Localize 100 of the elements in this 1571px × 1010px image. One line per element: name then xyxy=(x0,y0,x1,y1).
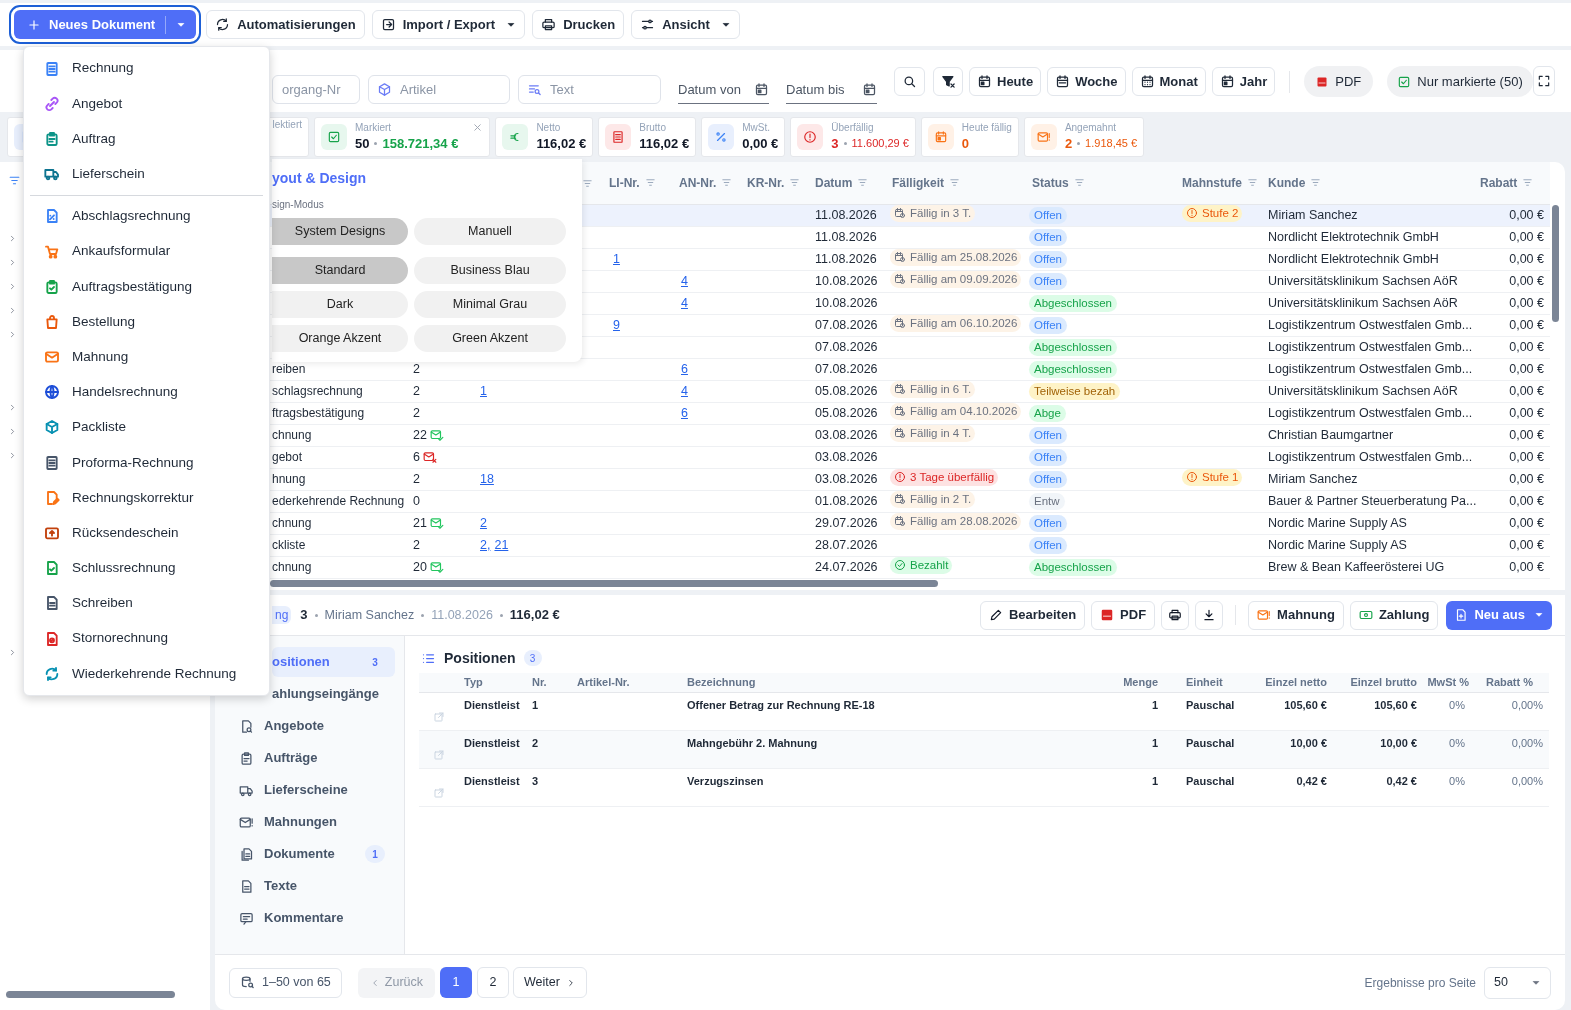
search-field[interactable]: Artikel xyxy=(368,75,510,104)
only-marked-toggle[interactable]: Nur markierte (50) xyxy=(1387,66,1533,97)
toolbar-button[interactable]: Import / Export xyxy=(371,10,526,39)
nav-tab[interactable]: Aufträge xyxy=(237,743,395,773)
stat-value: 0,00 € xyxy=(742,135,779,152)
toolbar-button[interactable]: Automatisierungen xyxy=(206,10,365,39)
menu-item[interactable]: Lieferschein xyxy=(24,156,269,192)
table-cell: Dienstleist xyxy=(464,774,520,787)
expand-toggle[interactable] xyxy=(8,450,17,460)
expand-toggle[interactable] xyxy=(8,402,17,412)
design-option[interactable]: Dark xyxy=(272,291,408,318)
calendar-icon xyxy=(862,82,877,97)
menu-item[interactable]: Auftrag xyxy=(24,121,269,157)
table-cell: hnung xyxy=(272,472,306,486)
document-link[interactable]: 4 xyxy=(681,383,688,398)
search-button[interactable] xyxy=(894,67,925,96)
design-option[interactable]: Minimal Grau xyxy=(414,291,566,318)
action-button[interactable]: Zahlung xyxy=(1349,600,1439,630)
expand-toggle[interactable] xyxy=(8,647,17,657)
menu-item[interactable]: Schreiben xyxy=(24,585,269,621)
clear-filter-button[interactable] xyxy=(933,67,963,96)
menu-item[interactable]: Wiederkehrende Rechnung xyxy=(24,656,269,692)
menu-item[interactable]: Rechnung xyxy=(24,51,269,87)
expand-toggle[interactable] xyxy=(8,233,17,243)
column-header[interactable]: AN-Nr. xyxy=(679,173,733,192)
date-field[interactable]: Datum von xyxy=(678,75,769,104)
document-link[interactable]: 9 xyxy=(613,317,620,332)
expand-toggle[interactable] xyxy=(8,257,17,267)
document-link[interactable]: 18 xyxy=(480,469,494,489)
nav-tab[interactable]: Lieferscheine xyxy=(237,775,395,805)
nav-tab[interactable]: Mahnungen xyxy=(237,807,395,837)
design-option[interactable]: Orange Akzent xyxy=(272,325,408,352)
column-header[interactable]: LI-Nr. xyxy=(609,173,656,192)
toolbar-button[interactable]: Drucken xyxy=(532,10,625,39)
design-option[interactable]: Standard xyxy=(272,257,408,284)
period-button[interactable]: Woche xyxy=(1047,67,1126,96)
design-option[interactable]: Green Akzent xyxy=(414,325,566,352)
table-cell: 1 xyxy=(1151,698,1158,711)
receipt-icon xyxy=(611,130,626,144)
table-cell: 0,00 € xyxy=(1509,449,1544,464)
next-button[interactable]: Weiter xyxy=(513,967,587,998)
action-button[interactable]: PDF xyxy=(1091,600,1156,630)
page-button[interactable]: 1 xyxy=(440,967,472,998)
nav-tab[interactable]: Dokumente 1 xyxy=(237,839,395,869)
date-field[interactable]: Datum bis xyxy=(786,75,877,104)
nav-tab[interactable]: Texte xyxy=(237,871,395,901)
column-header[interactable]: Datum xyxy=(815,173,869,192)
icon-button[interactable] xyxy=(1161,600,1190,630)
menu-item[interactable]: Stornorechnung xyxy=(24,621,269,657)
expand-toggle[interactable] xyxy=(8,281,17,291)
open-link-button[interactable] xyxy=(433,748,445,761)
fullscreen-button[interactable] xyxy=(1532,66,1555,96)
document-link[interactable]: 1 xyxy=(480,381,487,401)
column-header[interactable]: Mahnstufe xyxy=(1182,173,1258,192)
action-button[interactable]: Bearbeiten xyxy=(979,600,1086,630)
search-field[interactable]: organg-Nr xyxy=(272,75,360,104)
period-button[interactable]: Heute xyxy=(969,67,1042,96)
expand-toggle[interactable] xyxy=(8,305,17,315)
table-cell: Mahngebühr 2. Mahnung xyxy=(687,736,818,749)
document-link[interactable]: 4 xyxy=(681,273,688,288)
table-cell: 0,00 € xyxy=(1509,273,1544,288)
pdf-button[interactable]: PDF xyxy=(1304,66,1374,97)
column-header[interactable]: Rabatt xyxy=(1480,173,1534,192)
nav-tab[interactable]: Angebote xyxy=(237,711,395,741)
result-range-button[interactable]: 1–50 von 65 xyxy=(229,967,342,998)
table-cell: 10.08.2026 xyxy=(815,273,878,288)
column-header[interactable]: Status xyxy=(1032,173,1085,192)
column-header[interactable]: KR-Nr. xyxy=(747,173,801,192)
search-field[interactable]: Text xyxy=(518,75,661,104)
design-option[interactable]: Business Blau xyxy=(414,257,566,284)
document-type-badge: ng xyxy=(272,606,292,624)
open-link-button[interactable] xyxy=(433,786,445,799)
document-link[interactable]: 2, xyxy=(480,535,491,555)
period-button[interactable]: Jahr xyxy=(1211,67,1276,96)
column-header: Einzel netto xyxy=(1265,676,1327,688)
per-page-select[interactable]: 50 xyxy=(1484,966,1551,999)
expand-toggle[interactable] xyxy=(8,329,17,339)
period-button[interactable]: Monat xyxy=(1131,67,1206,96)
column-header[interactable]: Kunde xyxy=(1268,173,1322,192)
column-header[interactable]: Fälligkeit xyxy=(892,173,960,192)
menu-item[interactable]: Angebot xyxy=(24,86,269,122)
open-link-button[interactable] xyxy=(433,710,445,723)
design-option[interactable]: Manuell xyxy=(414,218,566,245)
document-link[interactable]: 6 xyxy=(681,361,688,376)
page-button[interactable]: 2 xyxy=(477,967,509,998)
new-document-button[interactable]: Neues Dokument xyxy=(14,10,166,39)
nav-tab[interactable]: Kommentare xyxy=(237,903,395,933)
action-button[interactable]: Mahnung xyxy=(1248,600,1344,630)
nav-tab[interactable]: ahlungseingänge xyxy=(272,679,395,709)
document-link[interactable]: 6 xyxy=(681,405,688,420)
close-button[interactable] xyxy=(472,122,484,133)
document-link[interactable]: 1 xyxy=(613,251,620,266)
expand-toggle[interactable] xyxy=(8,426,17,436)
new-from-button[interactable]: Neu aus xyxy=(1446,600,1552,630)
document-link[interactable]: 4 xyxy=(681,295,688,310)
document-link[interactable]: 2 xyxy=(480,513,487,533)
document-link[interactable]: 21 xyxy=(494,535,509,555)
toolbar-button[interactable]: Ansicht xyxy=(631,10,740,39)
design-option[interactable]: System Designs xyxy=(272,218,408,245)
nav-tab[interactable]: ositionen 3 xyxy=(272,647,395,677)
